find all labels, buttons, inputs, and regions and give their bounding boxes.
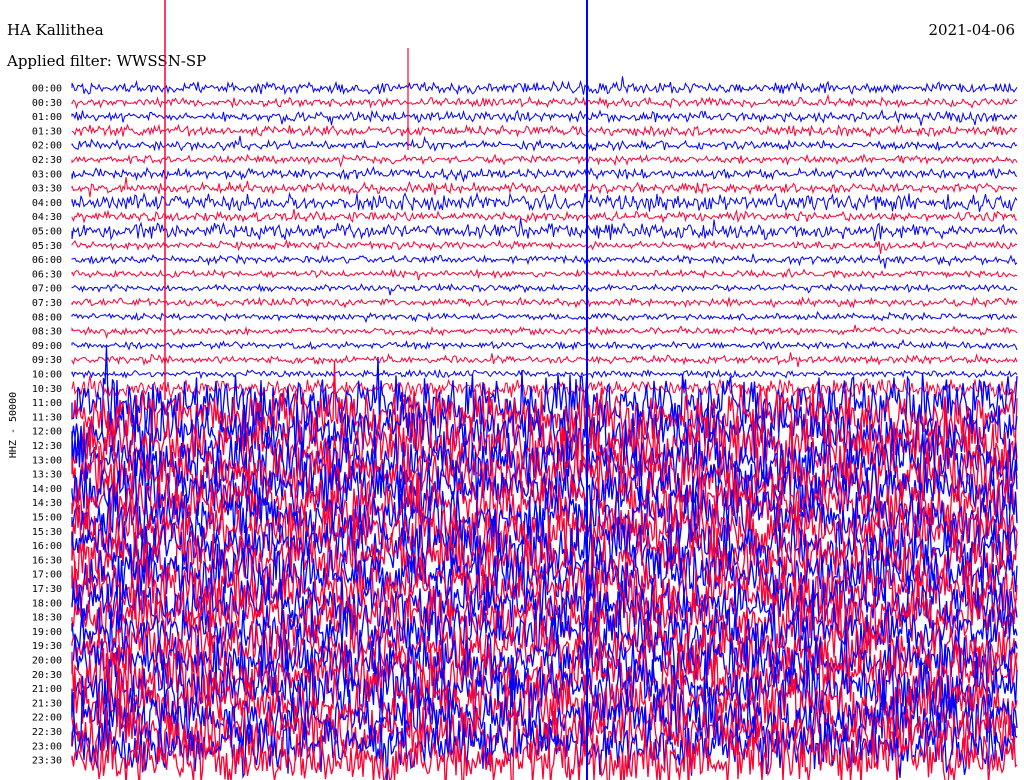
time-tick-label: 22:30 [32,727,62,738]
seismic-traces [71,76,1018,780]
time-tick-label: 12:30 [32,441,62,452]
time-tick-label: 15:30 [32,527,62,538]
time-tick-label: 02:30 [32,155,62,166]
time-tick-label: 17:30 [32,584,62,595]
time-tick-label: 12:00 [32,427,62,438]
time-tick-label: 13:30 [32,470,62,481]
trace-line [71,218,1018,242]
date-label: 2021-04-06 [929,21,1015,39]
time-tick-label: 07:00 [32,284,62,295]
trace-line [71,352,1018,368]
trace-line [71,311,1018,324]
time-tick-label: 19:30 [32,641,62,652]
time-tick-label: 21:00 [32,684,62,695]
time-tick-label: 15:00 [32,513,62,524]
trace-line [71,296,1018,309]
trace-line [71,76,1018,96]
station-title: HA Kallithea [7,21,104,39]
time-tick-label: 08:00 [32,312,62,323]
trace-line [71,338,1018,351]
trace-line [71,208,1018,224]
trace-line [71,166,1018,183]
trace-line [71,282,1018,296]
time-tick-label: 18:30 [32,613,62,624]
y-axis-label: HHZ - 50000 [8,392,19,458]
trace-line [71,368,1018,380]
time-tick-label: 09:00 [32,341,62,352]
time-tick-label: 09:30 [32,355,62,366]
trace-line [71,93,1018,110]
time-tick-label: 04:30 [32,212,62,223]
time-tick-label: 01:30 [32,126,62,137]
trace-line [71,135,1018,152]
time-tick-label: 14:30 [32,498,62,509]
time-tick-label: 11:30 [32,412,62,423]
trace-line [71,267,1018,281]
time-tick-label: 10:30 [32,384,62,395]
time-tick-label: 19:00 [32,627,62,638]
trace-line [71,191,1018,212]
trace-line [71,239,1018,254]
time-tick-labels: 00:00 00:30 01:00 01:30 02:00 02:30 03:00 03:30… [32,84,62,767]
time-tick-label: 08:30 [32,327,62,338]
filter-label: Applied filter: WWSSN-SP [6,52,206,70]
time-tick-label: 16:00 [32,541,62,552]
trace-line [71,108,1018,126]
time-tick-label: 06:30 [32,269,62,280]
time-tick-label: 02:00 [32,141,62,152]
time-tick-label: 07:30 [32,298,62,309]
trace-line [71,253,1018,269]
time-tick-label: 05:30 [32,241,62,252]
time-tick-label: 05:00 [32,227,62,238]
time-tick-label: 18:00 [32,598,62,609]
time-tick-label: 03:00 [32,169,62,180]
trace-line [71,324,1018,339]
time-tick-label: 11:00 [32,398,62,409]
time-tick-label: 13:00 [32,455,62,466]
time-tick-label: 16:30 [32,555,62,566]
time-tick-label: 06:00 [32,255,62,266]
time-tick-label: 04:00 [32,198,62,209]
time-tick-label: 22:00 [32,713,62,724]
time-tick-label: 23:00 [32,741,62,752]
trace-line [71,153,1018,168]
trace-line [71,123,1018,139]
time-tick-label: 17:00 [32,570,62,581]
helicorder-chart: HA Kallithea 2021-04-06 Applied filter: … [6,0,1018,780]
time-tick-label: 00:00 [32,84,62,95]
time-tick-label: 03:30 [32,184,62,195]
trace-line [71,375,1018,399]
time-tick-label: 21:30 [32,698,62,709]
time-tick-label: 14:00 [32,484,62,495]
time-tick-label: 10:00 [32,370,62,381]
time-tick-label: 01:00 [32,112,62,123]
time-tick-label: 20:30 [32,670,62,681]
time-tick-label: 20:00 [32,656,62,667]
time-tick-label: 23:30 [32,756,62,767]
time-tick-label: 00:30 [32,98,62,109]
